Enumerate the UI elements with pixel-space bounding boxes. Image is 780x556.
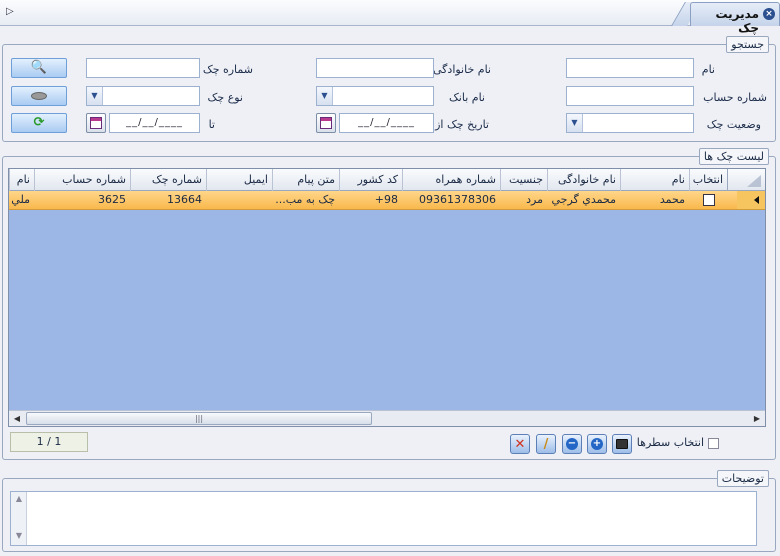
scroll-down-icon[interactable]: ▼ [13, 531, 25, 543]
calendar-to-button[interactable] [86, 113, 106, 133]
scrollbar-thumb[interactable]: ||| [26, 412, 372, 425]
cell-check-number: 13664 [167, 193, 202, 206]
title-bar: ▷ مدیریت چک × [0, 0, 780, 35]
last-name-input[interactable] [316, 58, 434, 78]
chevron-down-icon[interactable]: ▼ [567, 114, 583, 132]
clear-button[interactable] [11, 86, 67, 106]
scroll-left-icon[interactable]: ◀ [9, 411, 25, 426]
first-name-label: نام [701, 63, 715, 76]
column-header-select[interactable]: انتخاب [689, 169, 727, 191]
notes-textarea[interactable]: ▲ ▼ [10, 491, 757, 546]
tab-title: مدیریت چک [715, 7, 759, 35]
calendar-from-button[interactable] [316, 113, 336, 133]
scroll-right-icon[interactable]: ▶ [749, 411, 765, 426]
minus-icon: − [566, 438, 578, 450]
magnifier-icon: 🔍 [30, 60, 48, 75]
column-header-gender[interactable]: جنسیت [500, 169, 547, 191]
pencil-icon: / [543, 437, 549, 452]
check-number-label: شماره چک [202, 63, 253, 76]
column-header-first-name[interactable]: نام [620, 169, 689, 191]
row-select-checkbox[interactable] [703, 194, 715, 206]
printer-icon [616, 439, 628, 449]
check-date-from-label: تاریخ چک از [435, 118, 489, 131]
eraser-icon [31, 92, 47, 100]
column-header-check-number[interactable]: شماره چک [130, 169, 206, 191]
column-header-mobile[interactable]: شماره همراه [402, 169, 500, 191]
check-status-combo[interactable]: ▼ [566, 113, 694, 133]
calendar-icon [90, 117, 102, 129]
cell-gender: مرد [526, 193, 543, 206]
calendar-icon [320, 117, 332, 129]
tab-check-management[interactable]: مدیریت چک × [690, 2, 780, 35]
grid-header: انتخاب نام نام خانوادگی جنسیت شماره همرا… [9, 169, 765, 191]
cell-account-number: 3625 [98, 193, 126, 206]
column-header-country-code[interactable]: کد کشور [339, 169, 402, 191]
chevron-down-icon[interactable]: ▼ [317, 87, 333, 105]
delete-button[interactable]: ✕ [510, 434, 530, 454]
cell-last-name: محمدي گرجي [551, 193, 616, 206]
select-rows-label: انتخاب سطرها [636, 436, 704, 449]
refresh-icon: ⟳ [33, 115, 45, 130]
grid-corner-header[interactable] [727, 169, 765, 191]
bank-name-combo[interactable]: ▼ [316, 86, 434, 106]
plus-icon: + [591, 438, 603, 450]
delete-x-icon: ✕ [514, 437, 526, 452]
column-header-account-number[interactable]: شماره حساب [34, 169, 130, 191]
select-rows-toggle[interactable]: انتخاب سطرها [637, 436, 719, 449]
chevron-down-icon[interactable]: ▼ [87, 87, 103, 105]
edit-button[interactable]: / [536, 434, 556, 454]
check-date-to-input[interactable]: __/__/____ [109, 113, 200, 133]
column-header-last-name[interactable]: نام خانوادگی [547, 169, 620, 191]
account-number-label: شماره حساب [703, 91, 767, 104]
search-button[interactable]: 🔍 [11, 58, 67, 78]
bank-name-label: نام بانک [448, 91, 485, 104]
remove-button[interactable]: − [562, 434, 582, 454]
check-list-legend: لیست چک ها [698, 148, 769, 165]
row-pointer-icon [737, 191, 765, 209]
account-number-input[interactable] [566, 86, 694, 106]
cell-first-name: محمد [659, 193, 685, 206]
last-name-label: نام خانوادگی [433, 63, 491, 76]
search-group: جستجو نام نام خانوادگی شماره چک 🔍 شماره … [2, 36, 776, 142]
print-button[interactable] [612, 434, 632, 454]
add-button[interactable]: + [587, 434, 607, 454]
column-header-message[interactable]: متن پیام [272, 169, 339, 191]
check-date-from-input[interactable]: __/__/____ [339, 113, 434, 133]
check-type-label: نوع چک [207, 91, 243, 104]
column-header-email[interactable]: ایمیل [206, 169, 272, 191]
document-tab-area: مدیریت چک × [671, 2, 780, 35]
refresh-button[interactable]: ⟳ [11, 113, 67, 133]
check-grid[interactable]: انتخاب نام نام خانوادگی جنسیت شماره همرا… [8, 168, 766, 427]
search-legend: جستجو [726, 36, 769, 53]
column-header-bank-name[interactable]: نام [9, 169, 34, 191]
date-to-label: تا [208, 118, 215, 131]
pager: 1 / 1 [10, 432, 88, 452]
cell-mobile: 09361378306 [419, 193, 496, 206]
cell-bank-name: ملي [11, 193, 30, 206]
scroll-up-icon[interactable]: ▲ [13, 494, 25, 506]
check-status-label: وضعیت چک [706, 118, 761, 131]
check-number-input[interactable] [86, 58, 200, 78]
table-row[interactable]: محمد محمدي گرجي مرد 09361378306 +98 چک ب… [9, 191, 765, 210]
notes-vertical-scrollbar[interactable]: ▲ ▼ [11, 492, 27, 545]
first-name-input[interactable] [566, 58, 694, 78]
cell-email [206, 191, 272, 209]
close-icon[interactable]: × [763, 8, 775, 20]
check-type-combo[interactable]: ▼ [86, 86, 200, 106]
cell-country-code: +98 [374, 193, 398, 206]
select-rows-checkbox[interactable] [708, 437, 719, 449]
horizontal-scrollbar[interactable]: ◀ ||| ▶ [9, 410, 765, 426]
cell-message: چک به مب... [275, 193, 335, 206]
collapse-arrow-icon[interactable]: ▷ [6, 6, 16, 18]
notes-legend: توضیحات [716, 470, 769, 487]
